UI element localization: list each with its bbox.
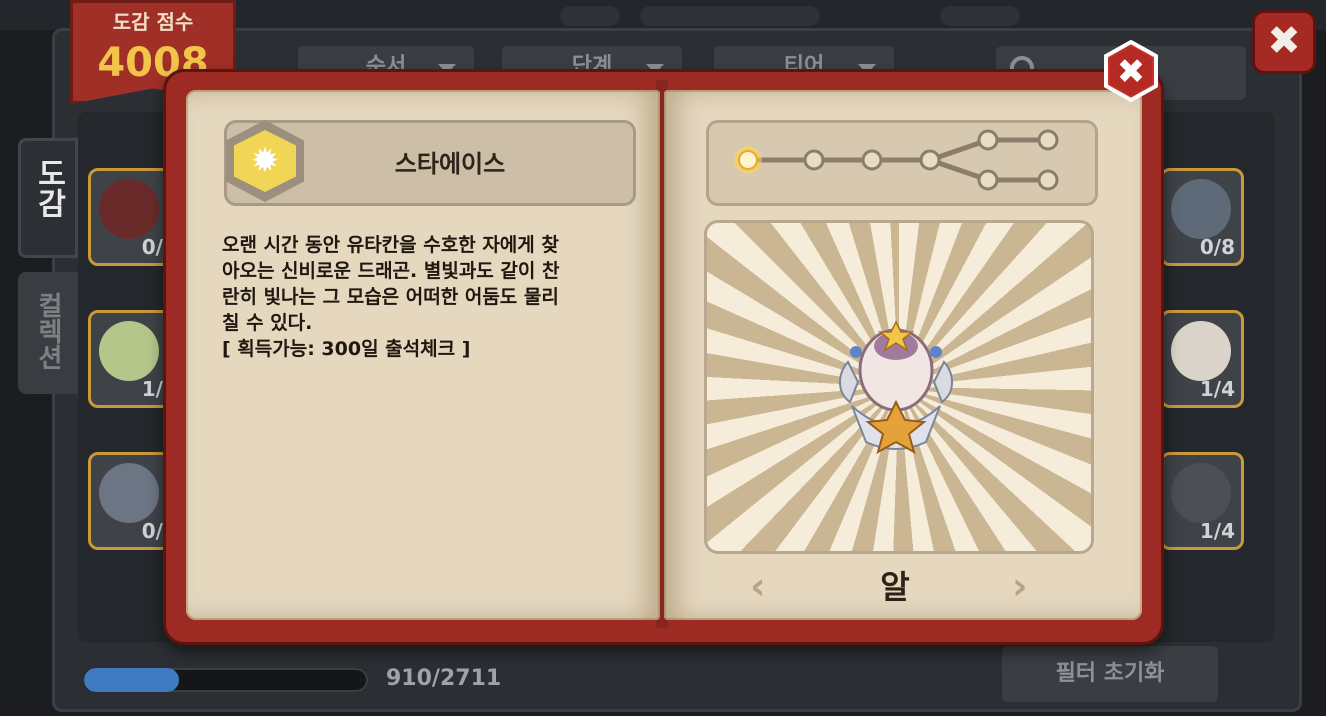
dragon-description: 오랜 시간 동안 유타칸을 수호한 자에게 찾 아오는 신비로운 드래곤. 별빛… [222, 232, 622, 362]
collection-progress-text: 910/2711 [386, 666, 502, 691]
evolution-node[interactable] [861, 149, 883, 171]
dragon-card-count: 0/ [141, 519, 163, 543]
evolution-path [734, 129, 1059, 191]
dragon-card-count: 0/ [141, 235, 163, 259]
top-status-item [640, 6, 820, 26]
evolution-node[interactable] [803, 149, 825, 171]
evolution-node[interactable] [1037, 169, 1059, 191]
evolution-node-current[interactable] [738, 150, 758, 170]
description-line: 오랜 시간 동안 유타칸을 수호한 자에게 찾 [222, 234, 559, 256]
dragon-egg-portrait [1171, 463, 1231, 523]
prev-stage-button[interactable]: ‹ [750, 564, 766, 608]
tab-collection-set[interactable]: 컬렉션 [18, 272, 78, 394]
dragon-card[interactable]: 1/4 [1160, 452, 1244, 550]
description-line: 칠 수 있다. [222, 312, 313, 334]
tab-collection-book[interactable]: 도감 [18, 138, 78, 258]
close-screen-button[interactable]: ✖ [1252, 10, 1316, 74]
close-icon: ✖ [1117, 52, 1146, 92]
tab-collection-set-label: 컬렉션 [33, 292, 63, 370]
tab-collection-book-label: 도감 [31, 158, 66, 218]
dragon-portrait [1171, 179, 1231, 239]
collection-progress-bar [84, 668, 368, 692]
dragon-egg-portrait [1171, 321, 1231, 381]
evolution-node[interactable] [919, 149, 941, 171]
dragon-card[interactable]: 1/ [88, 310, 172, 408]
evolution-path-lines [748, 137, 1048, 183]
score-label: 도감 점수 [112, 10, 194, 34]
dragon-portrait [99, 463, 159, 523]
close-book-button[interactable]: ✖ [1100, 40, 1162, 102]
top-status-item [560, 6, 620, 26]
evolution-stage-name: 알 [880, 568, 910, 606]
dragon-card-count: 1/4 [1199, 377, 1235, 401]
evolution-node[interactable] [1037, 129, 1059, 151]
description-line: 아오는 신비로운 드래곤. 별빛과도 같이 찬 [222, 260, 560, 282]
dragon-card[interactable]: 1/4 [1160, 310, 1244, 408]
dragon-name: 스타에이스 [394, 150, 506, 178]
description-line: 란히 빛나는 그 모습은 어떠한 어둠도 물리 [222, 286, 559, 308]
dragon-portrait [99, 321, 159, 381]
next-stage-button[interactable]: › [1012, 564, 1028, 608]
collection-progress-fill [84, 668, 180, 692]
evolution-node[interactable] [977, 169, 999, 191]
dragon-portrait [99, 179, 159, 239]
dragon-egg-illustration [839, 320, 953, 455]
acquisition-info: [ 획득가능: 300일 출석체크 ] [222, 338, 471, 360]
close-icon: ✖ [1267, 18, 1301, 64]
dragon-card[interactable]: 0/ [88, 168, 172, 266]
evolution-node[interactable] [977, 129, 999, 151]
top-status-item [940, 6, 1020, 26]
light-element-icon: ✹ [250, 141, 280, 181]
dragon-card-count: 0/8 [1199, 235, 1235, 259]
reset-filter-button[interactable]: 필터 초기화 [1002, 646, 1218, 702]
dragon-card[interactable]: 0/ [88, 452, 172, 550]
dragon-card[interactable]: 0/8 [1160, 168, 1244, 266]
dragon-card-count: 1/ [141, 377, 163, 401]
dragon-card-count: 1/4 [1199, 519, 1235, 543]
